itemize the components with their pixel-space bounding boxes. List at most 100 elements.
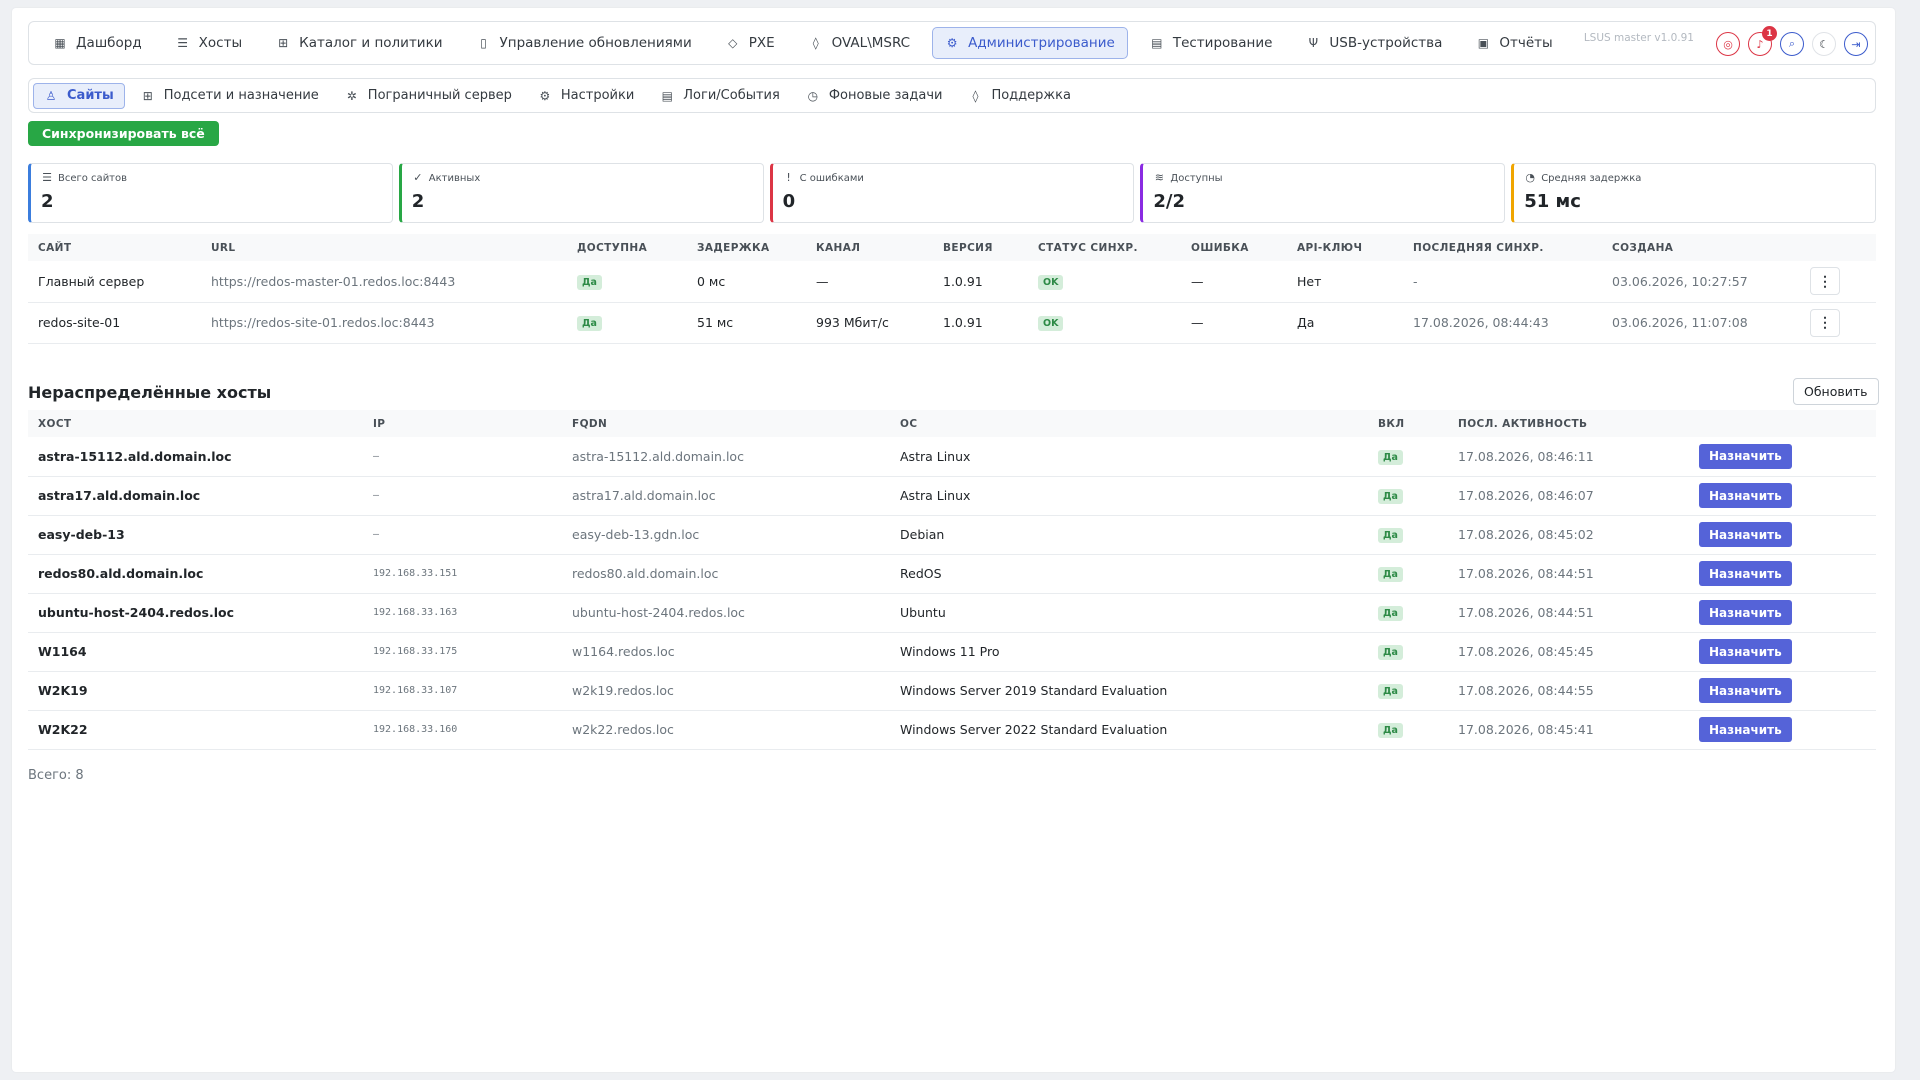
column-header[interactable]: URL <box>201 234 567 261</box>
nav-testing[interactable]: ▤ Тестирование <box>1138 27 1285 59</box>
nav-oval[interactable]: ◊ OVAL\MSRC <box>797 27 922 59</box>
notifications-button[interactable]: ♪ 1 <box>1748 26 1777 56</box>
nav-label: Дашборд <box>76 35 142 51</box>
assign-button[interactable]: Назначить <box>1699 639 1792 664</box>
site-created: 03.06.2026, 11:07:08 <box>1602 302 1800 344</box>
site-latency: 51 мс <box>687 302 806 344</box>
nav-label: Управление обновлениями <box>499 35 692 51</box>
stat-card-available: ≋ Доступны 2/2 <box>1140 163 1506 223</box>
column-header[interactable]: ВЕРСИЯ <box>933 234 1028 261</box>
total-count: Всего: 8 <box>28 768 84 783</box>
column-header[interactable]: API-КЛЮЧ <box>1287 234 1403 261</box>
logout-button[interactable]: ⇥ <box>1844 32 1868 56</box>
table-row[interactable]: W1164 192.168.33.175 w1164.redos.loc Win… <box>28 632 1876 672</box>
nav-usb[interactable]: Ψ USB-устройства <box>1294 27 1454 59</box>
column-header[interactable]: ОШИБКА <box>1181 234 1287 261</box>
column-header[interactable]: ХОСТ <box>28 410 363 437</box>
column-header[interactable]: ПОСЛЕДНЯЯ СИНХР. <box>1403 234 1602 261</box>
search-button[interactable]: ⌕ <box>1780 32 1804 56</box>
table-row[interactable]: W2K22 192.168.33.160 w2k22.redos.loc Win… <box>28 710 1876 750</box>
help-button[interactable]: ◎ <box>1716 32 1740 56</box>
column-header[interactable]: КАНАЛ <box>806 234 933 261</box>
enabled-badge: Да <box>1378 567 1403 582</box>
tab-label: Поддержка <box>991 88 1071 103</box>
host-name: redos80.ald.domain.loc <box>28 554 363 594</box>
top-navigation: ▦ Дашборд ☰ Хосты ⊞ Каталог и политики ▯ Упр… <box>28 21 1876 65</box>
column-header[interactable]: ЗАДЕРЖКА <box>687 234 806 261</box>
assign-button[interactable]: Назначить <box>1699 443 1792 469</box>
nav-hosts[interactable]: ☰ Хосты <box>164 27 254 59</box>
site-name: redos-site-01 <box>28 302 201 344</box>
nav-pxe[interactable]: ◇ PXE <box>714 27 787 59</box>
nav-label: Хосты <box>198 35 243 51</box>
tab-sites[interactable]: ♙ Сайты <box>33 82 125 109</box>
column-header[interactable]: FQDN <box>562 410 890 437</box>
table-row[interactable]: astra-15112.ald.domain.loc – astra-15112… <box>28 437 1876 477</box>
nav-dashboard[interactable]: ▦ Дашборд <box>41 27 154 59</box>
tab-support[interactable]: ◊ Поддержка <box>958 83 1081 109</box>
tab-label: Сайты <box>67 88 114 103</box>
column-header[interactable]: ПОСЛ. АКТИВНОСТЬ <box>1448 410 1689 437</box>
sync-all-button[interactable]: Синхронизировать всё <box>28 121 219 146</box>
host-os: RedOS <box>890 554 1368 594</box>
nav-label: Администрирование <box>968 35 1115 51</box>
assign-button[interactable]: Назначить <box>1699 522 1792 547</box>
row-menu-button[interactable]: ⋮ <box>1810 308 1840 337</box>
nav-updates[interactable]: ▯ Управление обновлениями <box>465 27 704 59</box>
table-row[interactable]: redos-site-01 https://redos-site-01.redo… <box>28 302 1876 344</box>
tab-settings[interactable]: ⚙ Настройки <box>528 83 644 109</box>
site-api-key: Нет <box>1287 261 1403 303</box>
column-header[interactable]: ВКЛ <box>1368 410 1448 437</box>
column-header-actions <box>1800 234 1876 261</box>
moon-icon: ☾ <box>1819 37 1829 51</box>
assign-button[interactable]: Назначить <box>1699 678 1792 703</box>
table-row[interactable]: ubuntu-host-2404.redos.loc 192.168.33.16… <box>28 593 1876 633</box>
table-row[interactable]: W2K19 192.168.33.107 w2k19.redos.loc Win… <box>28 671 1876 711</box>
host-ip: 192.168.33.163 <box>363 593 562 633</box>
bell-icon: ♪ <box>1756 37 1764 51</box>
table-row[interactable]: redos80.ald.domain.loc 192.168.33.151 re… <box>28 554 1876 594</box>
table-row[interactable]: easy-deb-13 – easy-deb-13.gdn.loc Debian… <box>28 515 1876 555</box>
column-header[interactable]: ДОСТУПНА <box>567 234 687 261</box>
theme-toggle[interactable]: ☾ <box>1812 32 1836 56</box>
host-name: W1164 <box>28 632 363 672</box>
tab-edge-server[interactable]: ✲ Пограничный сервер <box>335 83 522 109</box>
column-header[interactable]: ОС <box>890 410 1368 437</box>
tab-label: Пограничный сервер <box>367 88 512 103</box>
nav-reports[interactable]: ▣ Отчёты <box>1464 27 1564 59</box>
row-menu-button[interactable]: ⋮ <box>1810 267 1840 296</box>
stat-value: 2/2 <box>1153 191 1186 212</box>
sync-status-badge: OK <box>1038 316 1064 331</box>
tab-label: Настройки <box>560 88 635 103</box>
column-header[interactable]: IP <box>363 410 562 437</box>
table-row[interactable]: Главный сервер https://redos-master-01.r… <box>28 261 1876 303</box>
column-header[interactable]: СОЗДАНА <box>1602 234 1800 261</box>
site-version: 1.0.91 <box>933 302 1028 344</box>
enabled-badge: Да <box>1378 449 1403 465</box>
host-fqdn: ubuntu-host-2404.redos.loc <box>562 593 890 633</box>
notification-badge: 1 <box>1762 26 1777 41</box>
tab-background-tasks[interactable]: ◷ Фоновые задачи <box>796 83 953 109</box>
stat-card-active: ✓ Активных 2 <box>398 163 764 223</box>
host-fqdn: easy-deb-13.gdn.loc <box>562 515 890 555</box>
nav-administration[interactable]: ⚙ Администрирование <box>932 27 1128 59</box>
column-header[interactable]: САЙТ <box>28 234 201 261</box>
column-header[interactable]: СТАТУС СИНХР. <box>1028 234 1181 261</box>
assign-button[interactable]: Назначить <box>1699 600 1792 625</box>
host-os: Windows Server 2022 Standard Evaluation <box>890 710 1368 750</box>
host-last-activity: 17.08.2026, 08:46:07 <box>1448 476 1689 516</box>
table-row[interactable]: astra17.ald.domain.loc – astra17.ald.dom… <box>28 476 1876 516</box>
assign-button[interactable]: Назначить <box>1699 717 1792 742</box>
tab-subnets[interactable]: ⊞ Подсети и назначение <box>131 83 329 109</box>
box-icon: ◇ <box>728 36 738 50</box>
refresh-button[interactable]: Обновить <box>1793 378 1879 405</box>
tab-logs[interactable]: ▤ Логи/События <box>650 83 790 109</box>
stat-card-avg-latency: ◔ Средняя задержка 51 мс <box>1511 163 1876 223</box>
host-name: astra17.ald.domain.loc <box>28 476 363 516</box>
update-icon: ▯ <box>480 36 487 50</box>
nav-catalog[interactable]: ⊞ Каталог и политики <box>264 27 454 59</box>
host-last-activity: 17.08.2026, 08:45:45 <box>1448 632 1689 672</box>
server-icon: ☰ <box>177 36 189 50</box>
assign-button[interactable]: Назначить <box>1699 561 1792 586</box>
assign-button[interactable]: Назначить <box>1699 483 1792 508</box>
